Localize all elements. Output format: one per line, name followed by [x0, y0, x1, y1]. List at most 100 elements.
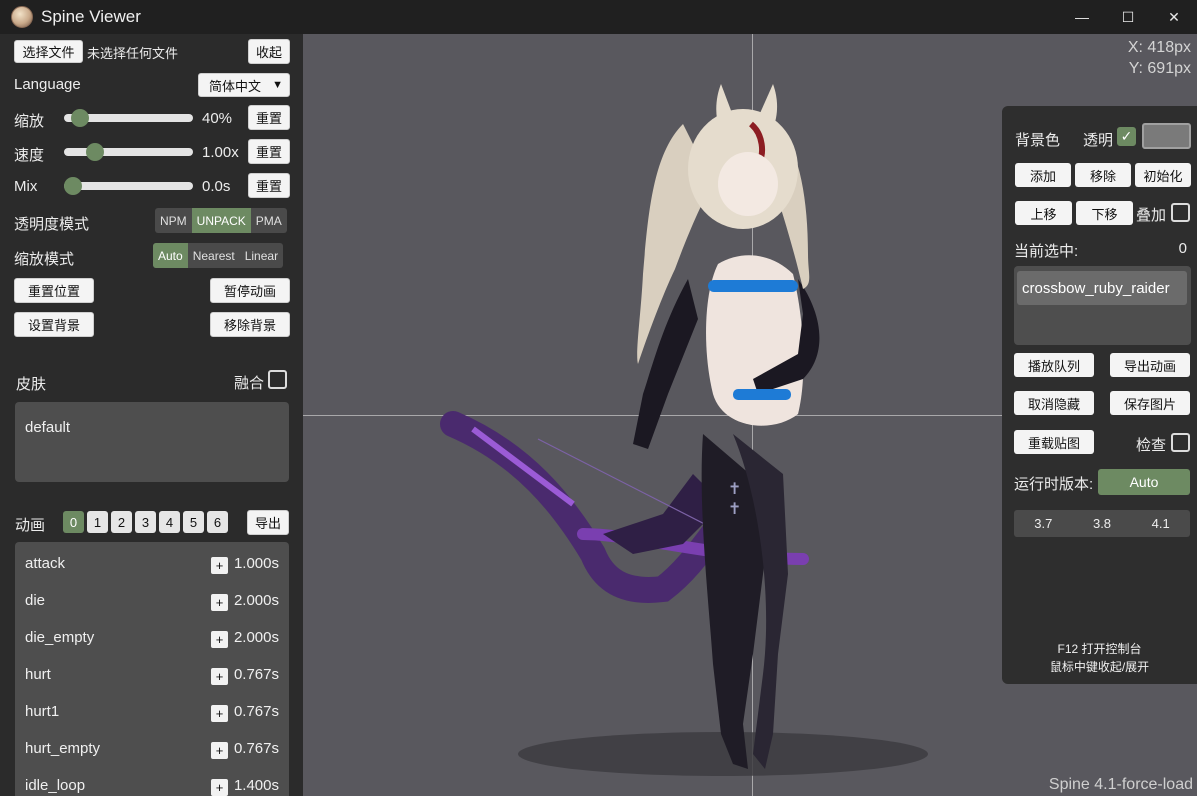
runtime-auto-button[interactable]: Auto — [1098, 469, 1190, 495]
add-layer-button[interactable]: 添加 — [1015, 163, 1071, 187]
track-tab-6[interactable]: 6 — [207, 511, 228, 533]
hint-console: F12 打开控制台 — [1057, 642, 1142, 656]
svg-text:✝: ✝ — [728, 499, 741, 518]
animation-track-tabs: 0 1 2 3 4 5 6 — [63, 511, 233, 533]
bg-color-label: 背景色 — [1015, 132, 1061, 149]
mix-reset-button[interactable]: 重置 — [248, 173, 290, 198]
add-animation-button[interactable]: + — [211, 668, 228, 685]
bg-color-swatch[interactable] — [1142, 123, 1191, 149]
animation-duration: 0.767s — [233, 740, 279, 757]
track-tab-3[interactable]: 3 — [135, 511, 156, 533]
runtime-version-4-1[interactable]: 4.1 — [1131, 510, 1190, 537]
title-bar: Spine Viewer — ☐ ✕ — [0, 0, 1197, 34]
close-button[interactable]: ✕ — [1151, 0, 1197, 34]
left-control-panel: 选择文件 未选择任何文件 收起 Language 简体中文 ▼ 缩放 40% 重… — [0, 34, 303, 796]
language-label: Language — [14, 76, 81, 93]
runtime-version-segmented: 3.7 3.8 4.1 — [1014, 510, 1190, 537]
alpha-mode-unpack[interactable]: UNPACK — [191, 208, 251, 233]
add-animation-button[interactable]: + — [211, 742, 228, 759]
cursor-x-readout: X: 418px — [1127, 39, 1191, 56]
skin-list: default — [15, 402, 289, 482]
runtime-version-3-7[interactable]: 3.7 — [1014, 510, 1073, 537]
overlay-label: 叠加 — [1136, 207, 1167, 224]
track-tab-4[interactable]: 4 — [159, 511, 180, 533]
move-up-button[interactable]: 上移 — [1015, 201, 1072, 225]
reload-texture-button[interactable]: 重载贴图 — [1014, 430, 1094, 454]
save-image-button[interactable]: 保存图片 — [1110, 391, 1190, 415]
animation-name: hurt — [25, 666, 51, 683]
scale-label: 缩放 — [14, 113, 45, 130]
animation-item-die[interactable]: die + 2.000s — [15, 583, 289, 620]
remove-background-button[interactable]: 移除背景 — [210, 312, 290, 337]
minimize-button[interactable]: — — [1059, 0, 1105, 34]
animation-item-die-empty[interactable]: die_empty + 2.000s — [15, 620, 289, 657]
skin-label: 皮肤 — [16, 376, 47, 393]
animation-name: hurt1 — [25, 703, 60, 720]
alpha-mode-segmented: NPM UNPACK PMA — [155, 208, 287, 233]
add-animation-button[interactable]: + — [211, 705, 228, 722]
layer-item-selected[interactable]: crossbow_ruby_raider — [1017, 271, 1187, 305]
app-icon — [11, 6, 33, 28]
scale-mode-linear[interactable]: Linear — [240, 243, 283, 268]
scale-mode-auto[interactable]: Auto — [153, 243, 188, 268]
export-animation-button[interactable]: 导出动画 — [1110, 353, 1190, 377]
inspect-checkbox[interactable] — [1171, 433, 1190, 452]
animation-name: hurt_empty — [25, 740, 101, 757]
speed-slider[interactable] — [64, 143, 193, 161]
export-button[interactable]: 导出 — [247, 510, 289, 535]
alpha-mode-pma[interactable]: PMA — [251, 208, 287, 233]
collapse-button[interactable]: 收起 — [248, 39, 290, 64]
speed-slider-thumb[interactable] — [86, 143, 105, 161]
layer-list: crossbow_ruby_raider — [1014, 266, 1191, 345]
choose-file-button[interactable]: 选择文件 — [14, 40, 83, 63]
alpha-mode-npm[interactable]: NPM — [155, 208, 192, 233]
animation-item-attack[interactable]: attack + 1.000s — [15, 546, 289, 583]
animation-duration: 1.400s — [233, 777, 279, 794]
inspect-label: 检查 — [1136, 437, 1167, 454]
scale-mode-nearest[interactable]: Nearest — [188, 243, 240, 268]
speed-reset-button[interactable]: 重置 — [248, 139, 290, 164]
language-select[interactable]: 简体中文 ▼ — [198, 73, 290, 97]
animation-item-idle-loop[interactable]: idle_loop + 1.400s — [15, 768, 289, 796]
scale-slider[interactable] — [64, 109, 193, 127]
animation-label: 动画 — [15, 517, 46, 534]
animation-duration: 1.000s — [233, 555, 279, 572]
hint-middle-click: 鼠标中键收起/展开 — [1049, 660, 1150, 674]
track-tab-1[interactable]: 1 — [87, 511, 108, 533]
animation-name: attack — [25, 555, 66, 572]
scale-reset-button[interactable]: 重置 — [248, 105, 290, 130]
blend-label: 融合 — [234, 375, 265, 392]
overlay-checkbox[interactable] — [1171, 203, 1190, 222]
add-animation-button[interactable]: + — [211, 557, 228, 574]
set-background-button[interactable]: 设置背景 — [14, 312, 94, 337]
play-queue-button[interactable]: 播放队列 — [1014, 353, 1094, 377]
animation-item-hurt-empty[interactable]: hurt_empty + 0.767s — [15, 731, 289, 768]
svg-text:✝: ✝ — [728, 479, 741, 498]
transparent-checkbox[interactable]: ✓ — [1117, 127, 1136, 146]
window-title: Spine Viewer — [41, 7, 141, 26]
move-down-button[interactable]: 下移 — [1076, 201, 1133, 225]
animation-item-hurt[interactable]: hurt + 0.767s — [15, 657, 289, 694]
unhide-button[interactable]: 取消隐藏 — [1014, 391, 1094, 415]
scale-slider-thumb[interactable] — [70, 109, 89, 127]
track-tab-0[interactable]: 0 — [63, 511, 84, 533]
scale-value: 40% — [202, 110, 233, 127]
reset-position-button[interactable]: 重置位置 — [14, 278, 94, 303]
pause-animation-button[interactable]: 暂停动画 — [210, 278, 290, 303]
add-animation-button[interactable]: + — [211, 594, 228, 611]
animation-item-hurt1[interactable]: hurt1 + 0.767s — [15, 694, 289, 731]
track-tab-2[interactable]: 2 — [111, 511, 132, 533]
maximize-button[interactable]: ☐ — [1105, 0, 1151, 34]
runtime-version-3-8[interactable]: 3.8 — [1073, 510, 1132, 537]
add-animation-button[interactable]: + — [211, 779, 228, 796]
add-animation-button[interactable]: + — [211, 631, 228, 648]
mix-slider[interactable] — [64, 177, 193, 195]
track-tab-5[interactable]: 5 — [183, 511, 204, 533]
blend-checkbox[interactable] — [268, 370, 287, 389]
mix-slider-thumb[interactable] — [64, 177, 82, 195]
skin-item-default[interactable]: default — [25, 419, 70, 436]
init-button[interactable]: 初始化 — [1135, 163, 1191, 187]
transparent-label: 透明 — [1083, 132, 1114, 149]
remove-layer-button[interactable]: 移除 — [1075, 163, 1131, 187]
speed-label: 速度 — [14, 147, 45, 164]
